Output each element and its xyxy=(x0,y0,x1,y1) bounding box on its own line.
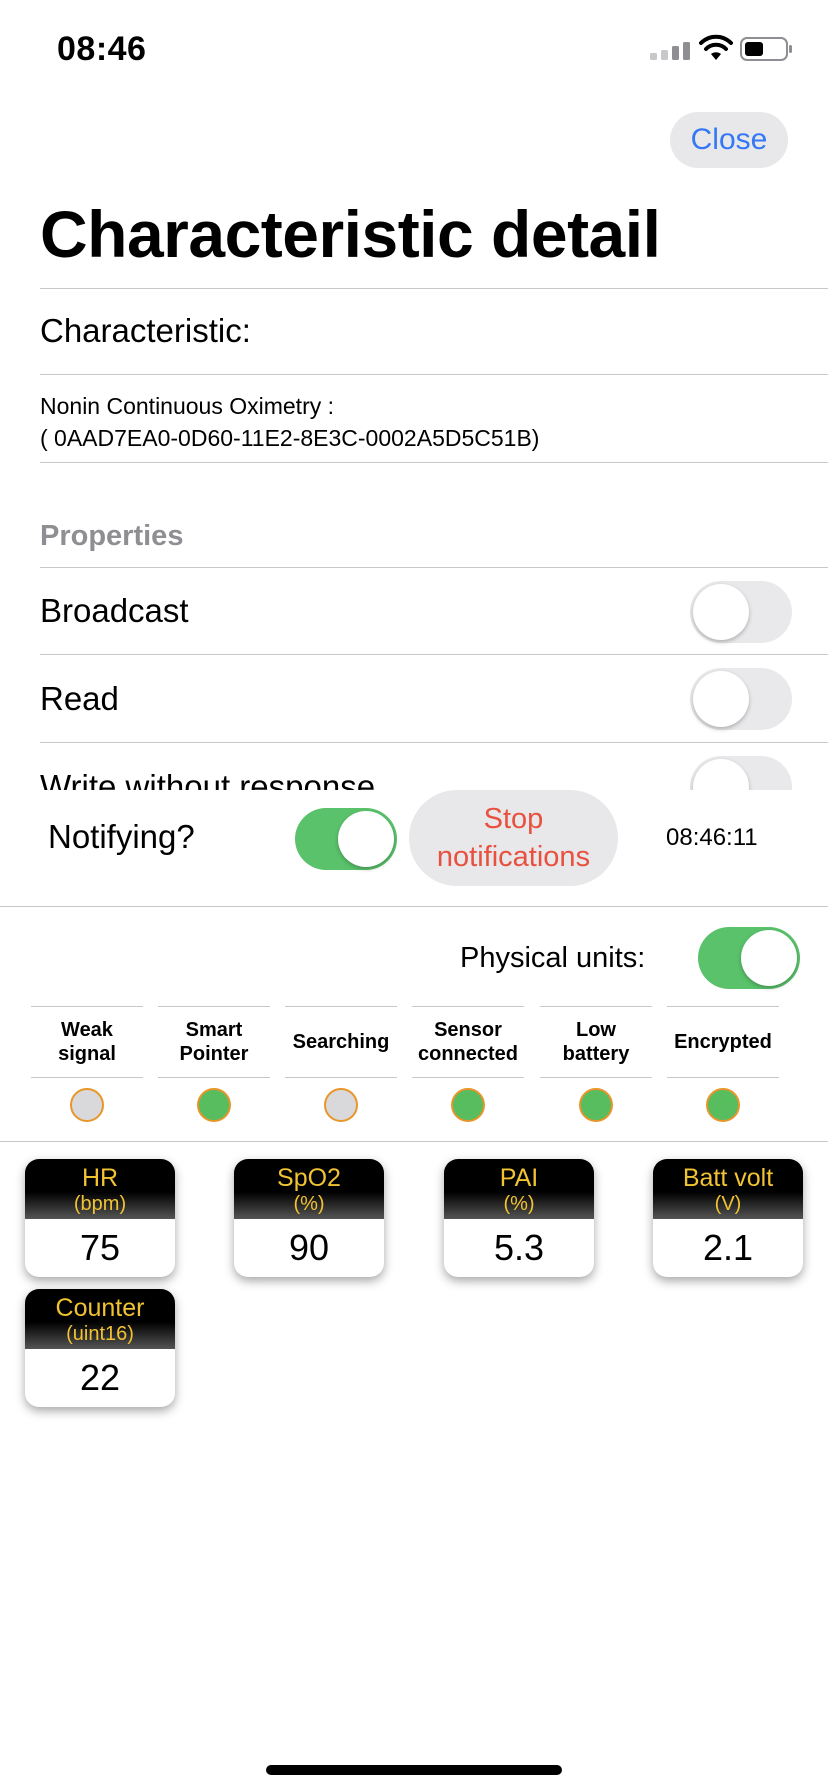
indicator-encrypted: Encrypted xyxy=(667,1006,779,1122)
divider xyxy=(40,374,828,375)
data-card-hr: HR (bpm) 75 xyxy=(25,1159,175,1277)
card-name: PAI xyxy=(499,1164,539,1192)
divider xyxy=(0,1141,828,1142)
properties-header: Properties xyxy=(40,520,184,552)
indicator-smart-pointer: Smart Pointer xyxy=(158,1006,270,1122)
divider xyxy=(40,288,828,289)
card-name: Batt volt xyxy=(682,1164,774,1192)
characteristic-uuid: ( 0AAD7EA0-0D60-11E2-8E3C-0002A5D5C51B) xyxy=(40,425,540,451)
toggle-knob xyxy=(741,930,797,986)
card-unit: (uint16) xyxy=(66,1323,134,1345)
status-time: 08:46 xyxy=(57,30,147,68)
indicator-weak-signal: Weak signal xyxy=(31,1006,143,1122)
divider xyxy=(40,462,828,463)
card-name: SpO2 xyxy=(277,1164,341,1192)
page-title: Characteristic detail xyxy=(40,197,661,271)
physical-units-toggle[interactable] xyxy=(698,927,800,989)
status-lamp-icon xyxy=(579,1088,613,1122)
battery-icon xyxy=(740,37,792,61)
card-unit: (%) xyxy=(293,1193,325,1215)
status-lamp-icon xyxy=(70,1088,104,1122)
property-broadcast-label: Broadcast xyxy=(40,592,189,629)
close-button[interactable]: Close xyxy=(670,112,788,168)
divider xyxy=(40,654,828,655)
stop-notifications-line1: Stop xyxy=(483,803,544,835)
card-name: HR xyxy=(81,1164,119,1192)
card-name: Counter xyxy=(55,1294,145,1322)
indicator-label: Weak signal xyxy=(58,1019,116,1065)
indicator-sensor-connected: Sensor connected xyxy=(412,1006,524,1122)
physical-units-label: Physical units: xyxy=(460,942,646,974)
wifi-icon xyxy=(699,34,733,60)
status-bar: 08:46 xyxy=(0,0,828,100)
characteristic-name: Nonin Continuous Oximetry : xyxy=(40,393,335,419)
indicator-label: Smart Pointer xyxy=(179,1019,249,1065)
write-without-response-toggle[interactable] xyxy=(690,756,792,790)
card-value: 90 xyxy=(288,1227,330,1268)
indicator-label: Low battery xyxy=(562,1019,630,1065)
data-card-spo2: SpO2 (%) 90 xyxy=(234,1159,384,1277)
status-lamp-icon xyxy=(451,1088,485,1122)
divider xyxy=(40,567,828,568)
properties-scroll-clip: Write without response xyxy=(0,740,828,790)
card-value: 22 xyxy=(79,1357,121,1398)
home-indicator xyxy=(266,1765,562,1775)
card-value: 75 xyxy=(79,1227,121,1268)
stop-notifications-line2: notifications xyxy=(436,841,591,873)
indicator-label: Encrypted xyxy=(674,1031,772,1053)
property-write-without-response-label: Write without response xyxy=(40,768,376,790)
data-card-batt-volt: Batt volt (V) 2.1 xyxy=(653,1159,803,1277)
toggle-knob xyxy=(693,759,749,790)
broadcast-toggle[interactable] xyxy=(690,581,792,643)
data-card-pai: PAI (%) 5.3 xyxy=(444,1159,594,1277)
characteristic-label: Characteristic: xyxy=(40,312,251,349)
card-unit: (%) xyxy=(503,1193,535,1215)
card-unit: (V) xyxy=(714,1193,742,1215)
card-unit: (bpm) xyxy=(73,1193,127,1215)
toggle-knob xyxy=(693,584,749,640)
indicator-label: Sensor connected xyxy=(417,1019,519,1065)
stop-notifications-button[interactable]: Stop notifications xyxy=(409,790,618,886)
property-read-label: Read xyxy=(40,680,119,717)
status-lamp-icon xyxy=(197,1088,231,1122)
notifying-label: Notifying? xyxy=(48,818,195,855)
indicator-label: Searching xyxy=(292,1031,390,1053)
toggle-knob xyxy=(693,671,749,727)
status-lamp-icon xyxy=(324,1088,358,1122)
card-value: 2.1 xyxy=(702,1227,754,1268)
divider xyxy=(0,906,828,907)
read-toggle[interactable] xyxy=(690,668,792,730)
notification-timestamp: 08:46:11 xyxy=(666,824,758,851)
indicator-low-battery: Low battery xyxy=(540,1006,652,1122)
data-card-counter: Counter (uint16) 22 xyxy=(25,1289,175,1407)
card-value: 5.3 xyxy=(493,1227,545,1268)
toggle-knob xyxy=(338,811,394,867)
notifying-toggle[interactable] xyxy=(295,808,397,870)
cellular-signal-icon xyxy=(650,42,690,60)
status-lamp-icon xyxy=(706,1088,740,1122)
indicator-searching: Searching xyxy=(285,1006,397,1122)
